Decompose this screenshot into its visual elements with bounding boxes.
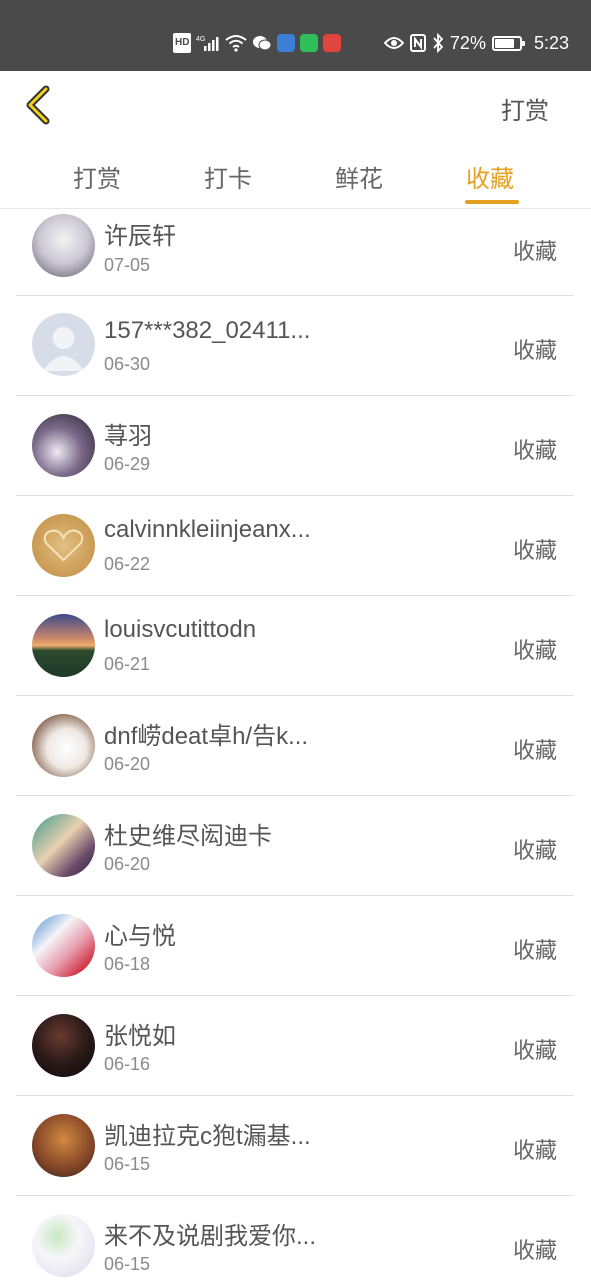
action-label: 收藏 [512,1238,557,1263]
date: 06-29 [104,454,151,474]
user-name: 张悦如 [104,1023,176,1050]
mail-icon [323,34,342,52]
app-icon [277,34,296,52]
chevron-left-icon [26,85,50,125]
action-label: 收藏 [512,438,557,463]
avatar [32,914,95,977]
hd-icon: HD [173,33,192,53]
action-label: 收藏 [512,338,557,363]
list-item[interactable]: 荨羽 06-29 收藏 [16,396,574,496]
avatar [32,313,95,376]
avatar [32,214,95,277]
list-item[interactable]: 心与悦 06-18 收藏 [16,896,574,996]
battery-percent: 72% [449,32,486,53]
avatar [32,1014,95,1077]
action-label: 收藏 [512,538,557,563]
nav-bar: 打赏 [0,71,591,141]
action-label: 收藏 [512,738,557,763]
action-label: 收藏 [512,938,557,963]
tab-favorites[interactable]: 收藏 [466,159,514,194]
avatar [32,414,95,477]
tab-bar: 打赏 打卡 鲜花 收藏 [0,141,591,209]
user-name: louisvcutittodn [104,616,257,643]
tab-flowers[interactable]: 鲜花 [335,159,383,194]
status-icons-left: HD 4G [173,30,342,56]
action-label: 收藏 [512,239,557,264]
status-icons-right: 72% 5:23 [383,30,569,56]
svg-text:4G: 4G [196,36,205,43]
avatar [32,814,95,877]
avatar [32,1114,95,1177]
eye-icon [383,33,404,53]
date: 06-15 [104,1254,151,1274]
user-name: 157***382_02411... [104,317,311,344]
battery-icon [491,35,525,51]
avatar [32,1214,95,1277]
user-name: 荨羽 [104,423,152,450]
action-label: 收藏 [512,1038,557,1063]
date: 06-20 [104,854,151,874]
list-item[interactable]: 来不及说剧我爱你... 06-15 收藏 [16,1196,574,1280]
tab-tip[interactable]: 打赏 [73,159,121,194]
clock: 5:23 [533,32,569,53]
date: 06-20 [104,754,151,774]
user-name: dnf崂deat卓h/告k... [104,723,309,750]
user-name: 心与悦 [104,923,176,950]
user-name: 杜史维尽闳迪卡 [104,823,272,850]
list-item[interactable]: 张悦如 06-16 收藏 [16,996,574,1096]
user-name: 来不及说剧我爱你... [104,1223,317,1250]
avatar [32,614,95,677]
bluetooth-icon [432,33,444,53]
nfc-icon [409,33,426,53]
date: 06-30 [104,354,151,374]
user-name: 许辰轩 [104,223,176,250]
avatar [32,714,95,777]
date: 07-05 [104,255,151,275]
action-label: 收藏 [512,1138,557,1163]
signal-icon: 4G [196,33,220,53]
avatar [32,514,95,577]
list-item[interactable]: louisvcutittodn 06-21 收藏 [16,596,574,696]
status-bar: HD 4G 72% 5:23 [0,0,591,71]
date: 06-18 [104,954,151,974]
wechat-icon [252,33,272,53]
list-item[interactable]: dnf崂deat卓h/告k... 06-20 收藏 [16,696,574,796]
list-item[interactable]: calvinnkleiinjeanx... 06-22 收藏 [16,496,574,596]
action-label: 收藏 [512,638,557,663]
list-item[interactable]: 157***382_02411... 06-30 收藏 [16,296,574,396]
back-button[interactable] [18,83,62,127]
date: 06-21 [104,654,151,674]
user-name: calvinnkleiinjeanx... [104,516,311,543]
default-avatar-icon [43,327,84,371]
tab-active-indicator [465,200,519,204]
list-item[interactable]: 许辰轩 07-05 收藏 [16,210,574,296]
line-icon [300,34,319,52]
user-name: 凯迪拉克c狍t漏基... [104,1123,311,1150]
date: 06-22 [104,554,151,574]
wifi-icon [225,33,248,53]
date: 06-16 [104,1054,151,1074]
tab-checkin[interactable]: 打卡 [204,159,252,194]
heart-icon [43,529,84,562]
list-item[interactable]: 凯迪拉克c狍t漏基... 06-15 收藏 [16,1096,574,1196]
tip-button[interactable]: 打赏 [501,91,549,126]
date: 06-15 [104,1154,151,1174]
action-label: 收藏 [512,838,557,863]
list-item[interactable]: 杜史维尽闳迪卡 06-20 收藏 [16,796,574,896]
